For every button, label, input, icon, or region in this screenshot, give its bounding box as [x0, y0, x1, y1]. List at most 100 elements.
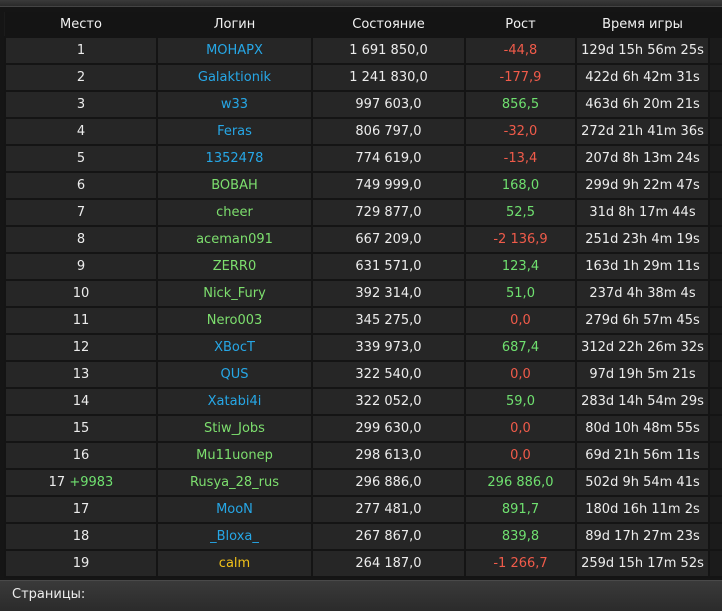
login-link[interactable]: Xatabi4i	[156, 387, 313, 416]
growth-cell: -2 136,9	[464, 225, 577, 254]
place-cell: 16	[4, 441, 158, 470]
row-spacer-cell	[708, 225, 722, 254]
login-link[interactable]: Feras	[156, 117, 313, 146]
place-cell: 2	[4, 63, 158, 92]
playtime-cell: 312d 22h 26m 32s	[575, 333, 710, 362]
place-change: +9983	[69, 475, 114, 490]
place-number: 10	[72, 286, 90, 301]
row-spacer-cell	[708, 549, 722, 578]
place-number: 4	[76, 124, 86, 139]
state-cell: 631 571,0	[311, 252, 466, 281]
place-number: 12	[72, 340, 90, 355]
place-cell: 10	[4, 279, 158, 308]
login-link[interactable]: calm	[156, 549, 313, 578]
playtime-cell: 259d 15h 17m 52s	[575, 549, 710, 578]
place-cell: 11	[4, 306, 158, 335]
growth-cell: -13,4	[464, 144, 577, 173]
column-header-place[interactable]: Место	[5, 12, 157, 37]
table-row: 18 _Bloxa_ 267 867,0 839,8 89d 17h 27m 23s	[4, 522, 722, 551]
table-row: 9 ZERR0 631 571,0 123,4 163d 1h 29m 11s	[4, 252, 722, 281]
column-header-growth[interactable]: Рост	[465, 12, 576, 37]
place-cell: 14	[4, 387, 158, 416]
place-number: 19	[72, 556, 90, 571]
login-link[interactable]: MooN	[156, 495, 313, 524]
login-link[interactable]: Nick_Fury	[156, 279, 313, 308]
table-row: 2 Galaktionik 1 241 830,0 -177,9 422d 6h 42m…	[4, 63, 722, 92]
place-cell: 5	[4, 144, 158, 173]
playtime-cell: 251d 23h 4m 19s	[575, 225, 710, 254]
state-cell: 806 797,0	[311, 117, 466, 146]
place-cell: 13	[4, 360, 158, 389]
login-link[interactable]: 1352478	[156, 144, 313, 173]
row-spacer-cell	[708, 387, 722, 416]
login-link[interactable]: cheer	[156, 198, 313, 227]
table-row: 14 Xatabi4i 322 052,0 59,0 283d 14h 54m 29s	[4, 387, 722, 416]
place-number: 7	[76, 205, 86, 220]
playtime-cell: 463d 6h 20m 21s	[575, 90, 710, 119]
login-link[interactable]: _Bloxa_	[156, 522, 313, 551]
row-spacer-cell	[708, 414, 722, 443]
place-number: 2	[76, 70, 86, 85]
growth-cell: 687,4	[464, 333, 577, 362]
row-spacer-cell	[708, 360, 722, 389]
growth-cell: -1 266,7	[464, 549, 577, 578]
login-link[interactable]: ZERR0	[156, 252, 313, 281]
login-link[interactable]: Stiw_Jobs	[156, 414, 313, 443]
login-link[interactable]: aceman091	[156, 225, 313, 254]
state-cell: 264 187,0	[311, 549, 466, 578]
row-spacer-cell	[708, 90, 722, 119]
growth-cell: 856,5	[464, 90, 577, 119]
growth-cell: 839,8	[464, 522, 577, 551]
row-spacer-cell	[708, 63, 722, 92]
table-row: 5 1352478 774 619,0 -13,4 207d 8h 13m 24s	[4, 144, 722, 173]
login-link[interactable]: Mu11uonep	[156, 441, 313, 470]
column-header-time[interactable]: Время игры	[576, 12, 709, 37]
login-link[interactable]: Nero003	[156, 306, 313, 335]
login-link[interactable]: Galaktionik	[156, 63, 313, 92]
place-number: 3	[76, 97, 86, 112]
place-cell: 6	[4, 171, 158, 200]
row-spacer-cell	[708, 279, 722, 308]
playtime-cell: 502d 9h 54m 41s	[575, 468, 710, 497]
playtime-cell: 272d 21h 41m 36s	[575, 117, 710, 146]
login-link[interactable]: Rusya_28_rus	[156, 468, 313, 497]
table-row: 10 Nick_Fury 392 314,0 51,0 237d 4h 38m 4s	[4, 279, 722, 308]
place-number: 6	[76, 178, 86, 193]
row-spacer-cell	[708, 441, 722, 470]
table-row: 7 cheer 729 877,0 52,5 31d 8h 17m 44s	[4, 198, 722, 227]
state-cell: 774 619,0	[311, 144, 466, 173]
growth-cell: 0,0	[464, 414, 577, 443]
login-link[interactable]: XBocT	[156, 333, 313, 362]
state-cell: 296 886,0	[311, 468, 466, 497]
column-header-spacer	[709, 12, 722, 37]
state-cell: 322 540,0	[311, 360, 466, 389]
table-header-row: Место Логин Состояние Рост Время игры	[5, 12, 722, 37]
state-cell: 1 241 830,0	[311, 63, 466, 92]
login-link[interactable]: w33	[156, 90, 313, 119]
state-cell: 298 613,0	[311, 441, 466, 470]
playtime-cell: 163d 1h 29m 11s	[575, 252, 710, 281]
place-cell: 4	[4, 117, 158, 146]
table-row: 12 XBocT 339 973,0 687,4 312d 22h 26m 32s	[4, 333, 722, 362]
playtime-cell: 80d 10h 48m 55s	[575, 414, 710, 443]
playtime-cell: 279d 6h 57m 45s	[575, 306, 710, 335]
column-header-state[interactable]: Состояние	[312, 12, 465, 37]
playtime-cell: 69d 21h 56m 11s	[575, 441, 710, 470]
login-link[interactable]: BOBAH	[156, 171, 313, 200]
growth-cell: 0,0	[464, 360, 577, 389]
column-header-login[interactable]: Логин	[157, 12, 312, 37]
growth-cell: -32,0	[464, 117, 577, 146]
table-row: 1 MOHAPX 1 691 850,0 -44,8 129d 15h 56m 25s	[4, 36, 722, 65]
row-spacer-cell	[708, 36, 722, 65]
playtime-cell: 129d 15h 56m 25s	[575, 36, 710, 65]
login-link[interactable]: QUS	[156, 360, 313, 389]
table-row: 8 aceman091 667 209,0 -2 136,9 251d 23h 4m 1…	[4, 225, 722, 254]
growth-cell: 0,0	[464, 441, 577, 470]
place-cell: 3	[4, 90, 158, 119]
login-link[interactable]: MOHAPX	[156, 36, 313, 65]
playtime-cell: 237d 4h 38m 4s	[575, 279, 710, 308]
pagination-label: Страницы:	[12, 587, 86, 602]
state-cell: 299 630,0	[311, 414, 466, 443]
row-spacer-cell	[708, 198, 722, 227]
place-number: 17	[72, 502, 90, 517]
